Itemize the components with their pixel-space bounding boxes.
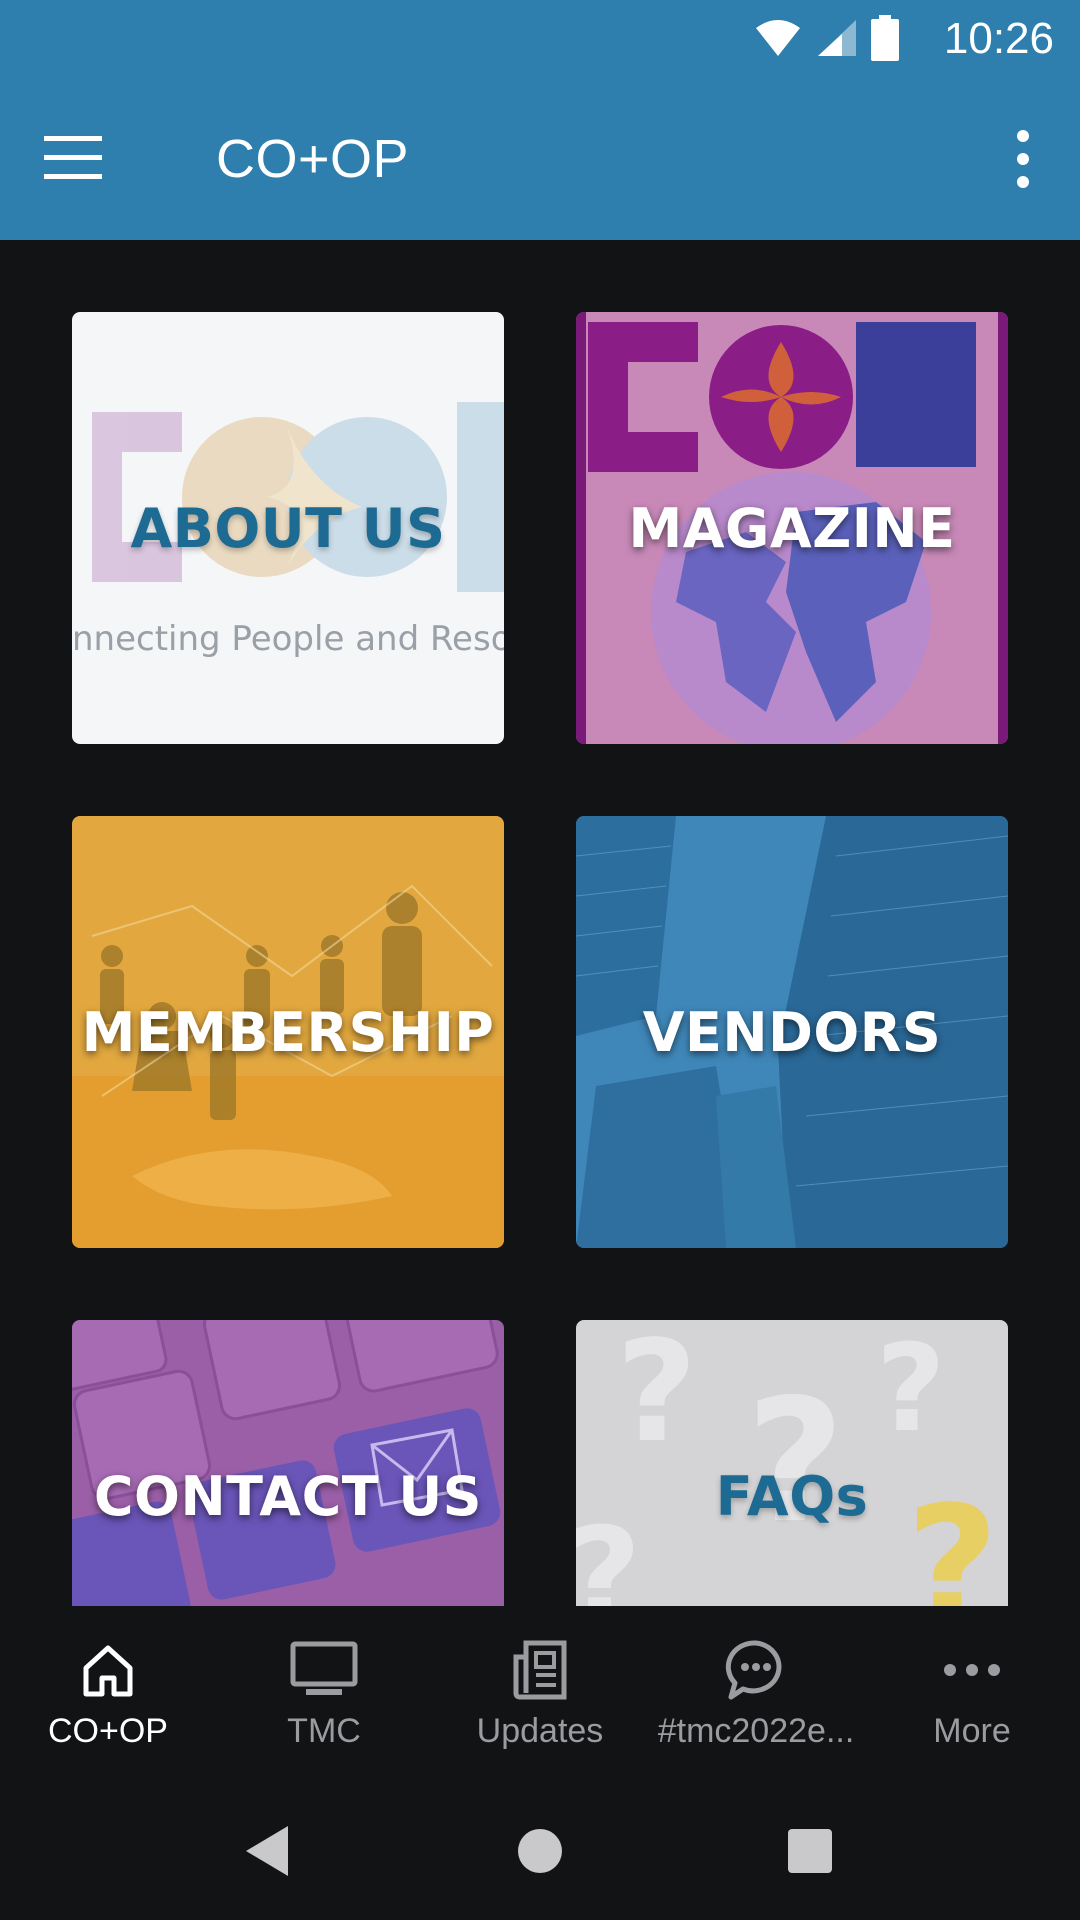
contact-us-label: CONTACT US [93,1464,483,1528]
chat-bubble-icon [720,1638,792,1702]
membership-label: MEMBERSHIP [81,1000,495,1064]
keyboard-image [72,1320,504,1606]
clock: 10:26 [943,14,1054,63]
recents-button[interactable] [765,1806,855,1896]
svg-text:?: ? [576,1499,641,1606]
about-us-label: ABOUT US [130,496,446,560]
tile-grid: nnecting People and Resourc ABOUT US MAG… [0,240,1080,1606]
svg-text:?: ? [906,1471,999,1606]
back-button[interactable] [222,1806,312,1896]
nav-label-more: More [933,1712,1011,1750]
signal-icon [818,20,856,56]
nav-item-updates[interactable]: Updates [432,1606,648,1782]
nav-label-coop: CO+OP [48,1712,168,1750]
nav-item-hashtag[interactable]: #tmc2022e... [648,1606,864,1782]
overflow-menu-button[interactable] [980,124,1050,194]
vendors-label: VENDORS [642,1000,942,1064]
monitor-icon [288,1638,360,1702]
hamburger-icon [44,136,102,179]
vendors-tile[interactable]: VENDORS [576,816,1008,1248]
magazine-tile[interactable]: MAGAZINE [576,312,1008,744]
nav-item-tmc[interactable]: TMC [216,1606,432,1782]
membership-tile[interactable]: MEMBERSHIP [72,816,504,1248]
nav-label-tmc: TMC [287,1712,361,1750]
magazine-label: MAGAZINE [628,496,956,560]
status-icons [754,15,900,61]
newspaper-icon [504,1638,576,1702]
back-triangle-icon [246,1826,288,1876]
contact-us-tile[interactable]: CONTACT US [72,1320,504,1606]
faqs-tile[interactable]: ? ? ? ? ? FAQs [576,1320,1008,1606]
home-circle-icon [518,1829,562,1873]
nav-label-hashtag: #tmc2022e... [657,1712,855,1750]
battery-icon [871,15,899,61]
logo-tagline: nnecting People and Resourc [72,619,504,659]
about-us-tile[interactable]: nnecting People and Resourc ABOUT US [72,312,504,744]
faqs-label: FAQs [715,1464,869,1528]
hamburger-menu-button[interactable] [44,124,124,194]
nav-item-coop[interactable]: CO+OP [0,1606,216,1782]
recents-square-icon [788,1829,832,1873]
bottom-navigation: CO+OP TMC Updates #tmc2022e... More [0,1606,1080,1782]
home-button[interactable] [495,1806,585,1896]
app-bar: CO+OP [0,78,1080,240]
nav-item-more[interactable]: More [864,1606,1080,1782]
nav-label-updates: Updates [476,1712,604,1750]
svg-text:?: ? [876,1320,946,1459]
more-dots-icon [936,1638,1008,1702]
app-title: CO+OP [216,129,410,189]
vertical-dots-icon [1017,130,1029,188]
wifi-icon [756,20,800,56]
question-marks-image: ? ? ? ? ? [576,1320,1008,1606]
system-navigation-bar [0,1782,1080,1920]
svg-text:?: ? [746,1363,845,1561]
svg-text:?: ? [616,1320,697,1474]
status-bar: 10:26 [0,0,1080,78]
home-icon [72,1638,144,1702]
